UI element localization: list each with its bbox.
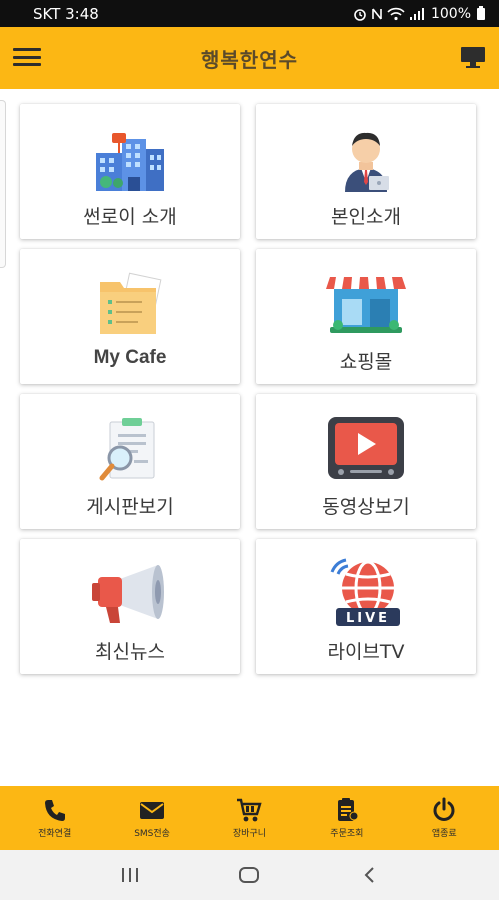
tile-live-tv[interactable]: LIVE 라이브TV [256, 539, 476, 674]
order-lookup-button[interactable]: 주문조회 [307, 797, 387, 839]
menu-grid: 썬로이 소개 본인소개 My Cafe 쇼핑몰 게시판보기 동영상보기 최신뉴스… [20, 104, 476, 674]
tile-label: 썬로이 소개 [83, 206, 177, 228]
wifi-icon [387, 7, 405, 20]
tile-board-view[interactable]: 게시판보기 [20, 394, 240, 529]
page-title: 행복한연수 [201, 47, 298, 72]
alarm-icon [354, 8, 366, 21]
tile-label: 동영상보기 [322, 496, 410, 518]
power-icon [433, 797, 455, 821]
storefront-icon [325, 269, 407, 339]
battery-percent: 100% [430, 5, 471, 22]
bottom-bar-label: 전화연결 [38, 829, 72, 839]
tile-label: 최신뉴스 [95, 641, 165, 663]
svg-text:LIVE: LIVE [346, 611, 390, 626]
app-header: 행복한연수 [0, 27, 499, 89]
tile-label: 쇼핑몰 [339, 351, 393, 373]
status-bar: SKT 3:48 100% [0, 0, 499, 27]
live-globe-icon: LIVE [325, 558, 407, 629]
bottom-bar-label: 앱종료 [431, 829, 457, 839]
hamburger-menu-icon[interactable] [13, 45, 41, 69]
back-button[interactable] [349, 860, 389, 890]
exit-app-button[interactable]: 앱종료 [404, 797, 484, 839]
tile-label: My Cafe [93, 347, 167, 368]
side-drawer-handle[interactable] [0, 100, 6, 268]
battery-icon [477, 5, 485, 20]
megaphone-icon [89, 559, 171, 629]
video-play-icon [325, 414, 407, 484]
tile-label: 본인소개 [331, 206, 401, 228]
order-lookup-icon [337, 798, 359, 821]
tile-sunroy-intro[interactable]: 썬로이 소개 [20, 104, 240, 239]
tile-shopping-mall[interactable]: 쇼핑몰 [256, 249, 476, 384]
nfc-icon [372, 8, 382, 19]
bottom-action-bar: 전화연결 SMS전송 장바구니 주문조회 앱종료 [0, 786, 499, 850]
document-search-icon [89, 414, 171, 484]
bottom-bar-label: 장바구니 [232, 829, 267, 839]
cart-button[interactable]: 장바구니 [209, 797, 289, 839]
call-button[interactable]: 전화연결 [15, 797, 95, 839]
status-icons [353, 7, 425, 21]
home-button[interactable] [229, 860, 269, 890]
recent-apps-icon [121, 868, 138, 882]
building-icon [89, 124, 171, 194]
system-nav-bar [0, 850, 499, 900]
tile-label: 라이브TV [327, 641, 405, 663]
envelope-icon [140, 802, 165, 819]
status-carrier-time: SKT 3:48 [33, 4, 99, 23]
back-icon [364, 867, 374, 883]
status-right: 100% [353, 5, 485, 22]
phone-icon [44, 800, 65, 821]
folder-documents-icon [89, 269, 171, 339]
tile-self-intro[interactable]: 본인소개 [256, 104, 476, 239]
tile-my-cafe[interactable]: My Cafe [20, 249, 240, 384]
bottom-bar-label: SMS전송 [134, 829, 170, 839]
businessman-icon [325, 124, 407, 194]
home-icon [239, 867, 260, 883]
tile-video-view[interactable]: 동영상보기 [256, 394, 476, 529]
tile-latest-news[interactable]: 최신뉴스 [20, 539, 240, 674]
sms-button[interactable]: SMS전송 [112, 797, 192, 839]
bottom-bar-label: 주문조회 [330, 829, 364, 839]
monitor-icon[interactable] [459, 43, 487, 71]
signal-icon [409, 7, 424, 20]
cart-icon [237, 798, 263, 822]
tile-label: 게시판보기 [86, 496, 174, 518]
recent-apps-button[interactable] [110, 860, 150, 890]
